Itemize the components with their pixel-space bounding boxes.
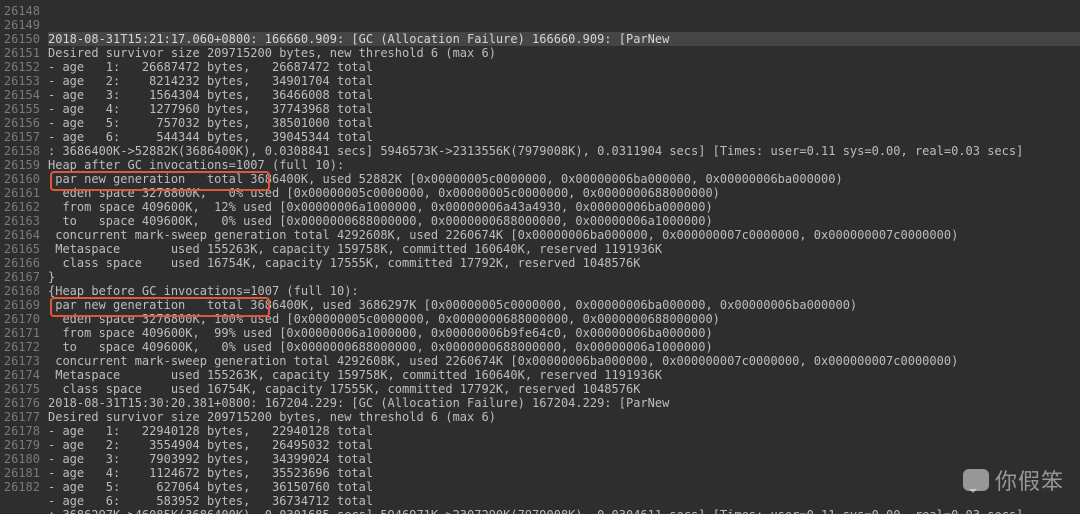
line-number: 26149 <box>0 18 40 32</box>
log-line: class space used 16754K, capacity 17555K… <box>48 256 1080 270</box>
line-number: 26177 <box>0 410 40 424</box>
line-number: 26155 <box>0 102 40 116</box>
line-number: 26163 <box>0 214 40 228</box>
log-line: from space 409600K, 99% used [0x00000006… <box>48 326 1080 340</box>
line-number: 26160 <box>0 172 40 186</box>
log-viewer: 2614826149261502615126152261532615426155… <box>0 0 1080 514</box>
log-line: : 3686297K->46085K(3686400K), 0.0301685 … <box>48 508 1080 514</box>
line-number: 26171 <box>0 326 40 340</box>
log-line: - age 4: 1124672 bytes, 35523696 total <box>48 466 1080 480</box>
line-number: 26154 <box>0 88 40 102</box>
line-number: 26150 <box>0 32 40 46</box>
line-number: 26148 <box>0 4 40 18</box>
line-number: 26174 <box>0 368 40 382</box>
log-line: - age 3: 1564304 bytes, 36466008 total <box>48 88 1080 102</box>
line-number: 26175 <box>0 382 40 396</box>
log-line: - age 2: 3554904 bytes, 26495032 total <box>48 438 1080 452</box>
log-line: concurrent mark-sweep generation total 4… <box>48 228 1080 242</box>
log-line: to space 409600K, 0% used [0x00000006880… <box>48 214 1080 228</box>
line-number: 26162 <box>0 200 40 214</box>
line-number: 26176 <box>0 396 40 410</box>
log-line: {Heap before GC invocations=1007 (full 1… <box>48 284 1080 298</box>
log-line: Desired survivor size 209715200 bytes, n… <box>48 46 1080 60</box>
wechat-icon <box>963 469 989 491</box>
line-number: 26179 <box>0 438 40 452</box>
line-number: 26159 <box>0 158 40 172</box>
line-number: 26164 <box>0 228 40 242</box>
line-number: 26170 <box>0 312 40 326</box>
log-line: - age 1: 26687472 bytes, 26687472 total <box>48 60 1080 74</box>
log-line: concurrent mark-sweep generation total 4… <box>48 354 1080 368</box>
log-line: - age 5: 627064 bytes, 36150760 total <box>48 480 1080 494</box>
log-line: par new generation total 3686400K, used … <box>48 298 1080 312</box>
line-number: 26157 <box>0 130 40 144</box>
line-number: 26181 <box>0 466 40 480</box>
log-text-area[interactable]: 2018-08-31T15:21:17.060+0800: 166660.909… <box>42 0 1080 514</box>
log-line: - age 3: 7903992 bytes, 34399024 total <box>48 452 1080 466</box>
line-number: 26153 <box>0 74 40 88</box>
watermark-text: 你假笨 <box>995 464 1064 496</box>
log-line: - age 1: 22940128 bytes, 22940128 total <box>48 424 1080 438</box>
line-number: 26178 <box>0 424 40 438</box>
log-line: eden space 3276800K, 0% used [0x00000005… <box>48 186 1080 200</box>
log-line: par new generation total 3686400K, used … <box>48 172 1080 186</box>
line-number: 26173 <box>0 354 40 368</box>
line-number: 26182 <box>0 480 40 494</box>
line-number: 26169 <box>0 298 40 312</box>
line-number: 26161 <box>0 186 40 200</box>
line-number: 26167 <box>0 270 40 284</box>
log-line: - age 5: 757032 bytes, 38501000 total <box>48 116 1080 130</box>
log-line: Heap after GC invocations=1007 (full 10)… <box>48 158 1080 172</box>
log-line: - age 4: 1277960 bytes, 37743968 total <box>48 102 1080 116</box>
log-line: eden space 3276800K, 100% used [0x000000… <box>48 312 1080 326</box>
log-line: class space used 16754K, capacity 17555K… <box>48 382 1080 396</box>
line-number: 26152 <box>0 60 40 74</box>
log-line: - age 6: 544344 bytes, 39045344 total <box>48 130 1080 144</box>
log-line: } <box>48 270 1080 284</box>
log-line: 2018-08-31T15:21:17.060+0800: 166660.909… <box>48 32 1080 46</box>
log-line: - age 6: 583952 bytes, 36734712 total <box>48 494 1080 508</box>
log-line: Metaspace used 155263K, capacity 159758K… <box>48 242 1080 256</box>
log-line: : 3686400K->52882K(3686400K), 0.0308841 … <box>48 144 1080 158</box>
line-number: 26180 <box>0 452 40 466</box>
log-line: - age 2: 8214232 bytes, 34901704 total <box>48 74 1080 88</box>
line-number: 26151 <box>0 46 40 60</box>
line-number: 26166 <box>0 256 40 270</box>
line-number: 26158 <box>0 144 40 158</box>
line-number-gutter: 2614826149261502615126152261532615426155… <box>0 0 42 514</box>
log-line: Desired survivor size 209715200 bytes, n… <box>48 410 1080 424</box>
line-number: 26172 <box>0 340 40 354</box>
line-number: 26156 <box>0 116 40 130</box>
line-number: 26168 <box>0 284 40 298</box>
log-line: from space 409600K, 12% used [0x00000006… <box>48 200 1080 214</box>
line-number: 26165 <box>0 242 40 256</box>
log-line: 2018-08-31T15:30:20.381+0800: 167204.229… <box>48 396 1080 410</box>
watermark: 你假笨 <box>963 464 1064 496</box>
log-line: Metaspace used 155263K, capacity 159758K… <box>48 368 1080 382</box>
log-line: to space 409600K, 0% used [0x00000006880… <box>48 340 1080 354</box>
